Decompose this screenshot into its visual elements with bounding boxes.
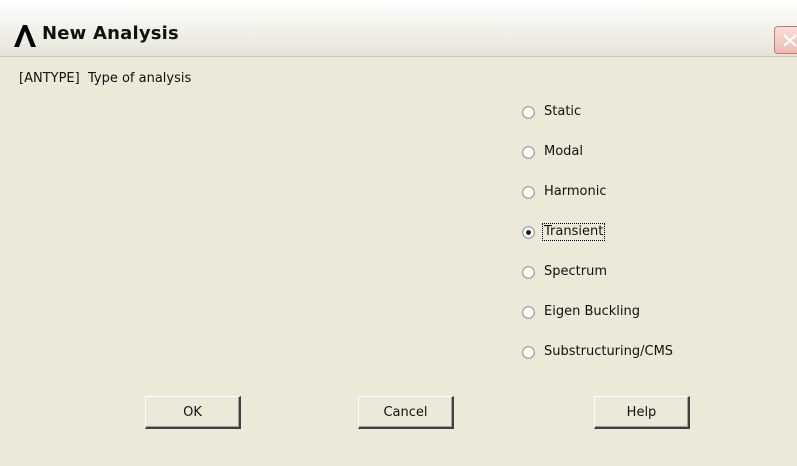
radio-label-modal: Modal [544,144,583,159]
radio-button[interactable] [522,305,535,319]
radio-label-eigen-buckling: Eigen Buckling [544,304,640,319]
radio-button[interactable] [522,105,535,119]
radio-button-selected[interactable] [522,225,535,239]
radio-substructuring-cms[interactable]: Substructuring/CMS [522,341,674,363]
title-bar[interactable]: New Analysis [0,0,797,57]
radio-button[interactable] [522,145,535,159]
analysis-type-label: [ANTYPE] Type of analysis [19,71,192,86]
radio-modal[interactable]: Modal [522,141,584,163]
radio-eigen-buckling[interactable]: Eigen Buckling [522,301,641,323]
dialog-window: New Analysis [ANTYPE] Type of analysis S… [0,0,797,466]
ok-button[interactable]: OK [145,396,241,429]
radio-label-static: Static [544,104,582,119]
radio-static[interactable]: Static [522,101,582,123]
cancel-button[interactable]: Cancel [358,396,454,429]
window-title: New Analysis [42,23,179,44]
radio-button[interactable] [522,265,535,279]
radio-spectrum[interactable]: Spectrum [522,261,608,283]
dialog-content: [ANTYPE] Type of analysis Static Modal H… [0,57,797,466]
radio-transient[interactable]: Transient [522,221,606,243]
radio-label-spectrum: Spectrum [544,264,607,279]
radio-label-transient: Transient [541,223,606,241]
radio-harmonic[interactable]: Harmonic [522,181,607,203]
radio-label-substructuring-cms: Substructuring/CMS [544,344,674,359]
ansys-logo-icon [12,24,38,48]
help-button[interactable]: Help [594,396,690,429]
radio-label-harmonic: Harmonic [544,184,607,199]
close-button[interactable] [774,26,797,54]
radio-button[interactable] [522,345,535,359]
radio-button[interactable] [522,185,535,199]
